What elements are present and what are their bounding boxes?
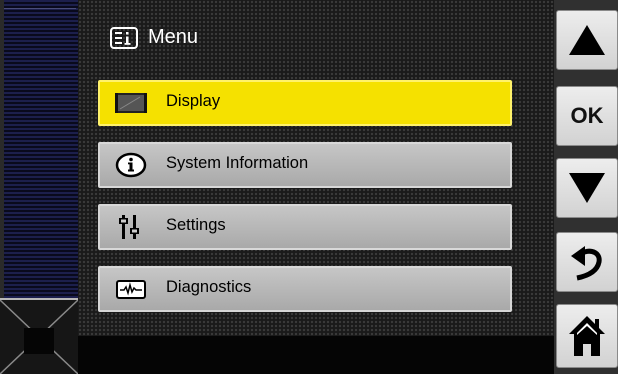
menu-item-label: Diagnostics (166, 278, 252, 296)
page-title-text: Menu (148, 26, 199, 48)
menu-item-settings[interactable]: Settings (98, 204, 512, 250)
page-title: Menu (110, 26, 198, 49)
left-strip-top-line (4, 8, 76, 9)
menu-item-label: System Information (166, 154, 309, 172)
arrow-down-icon (569, 173, 605, 203)
corner-square (24, 328, 54, 354)
home-icon (569, 316, 605, 356)
settings-sliders-icon (119, 215, 139, 239)
bottom-status-bar (78, 336, 554, 374)
diagnostics-wave-icon (116, 280, 146, 299)
arrow-up-icon (569, 25, 605, 55)
back-arrow-icon (571, 246, 602, 281)
menu-item-label: Settings (166, 216, 226, 234)
menu-item-display[interactable]: Display (98, 80, 512, 126)
ok-button[interactable]: OK (556, 86, 618, 146)
menu-item-system-information[interactable]: System Information (98, 142, 512, 188)
display-icon (115, 93, 147, 113)
ok-button-label: OK (570, 103, 604, 128)
back-button[interactable] (556, 232, 618, 292)
left-corner-panel (0, 300, 78, 374)
menu-item-label: Display (166, 92, 221, 110)
info-icon (115, 152, 147, 178)
menu-item-diagnostics[interactable]: Diagnostics (98, 266, 512, 312)
up-button[interactable] (556, 10, 618, 70)
menu-list-icon (110, 26, 138, 49)
home-button[interactable] (556, 304, 618, 368)
menu-screen: Menu Display System Information Settings… (78, 0, 554, 336)
down-button[interactable] (556, 158, 618, 218)
